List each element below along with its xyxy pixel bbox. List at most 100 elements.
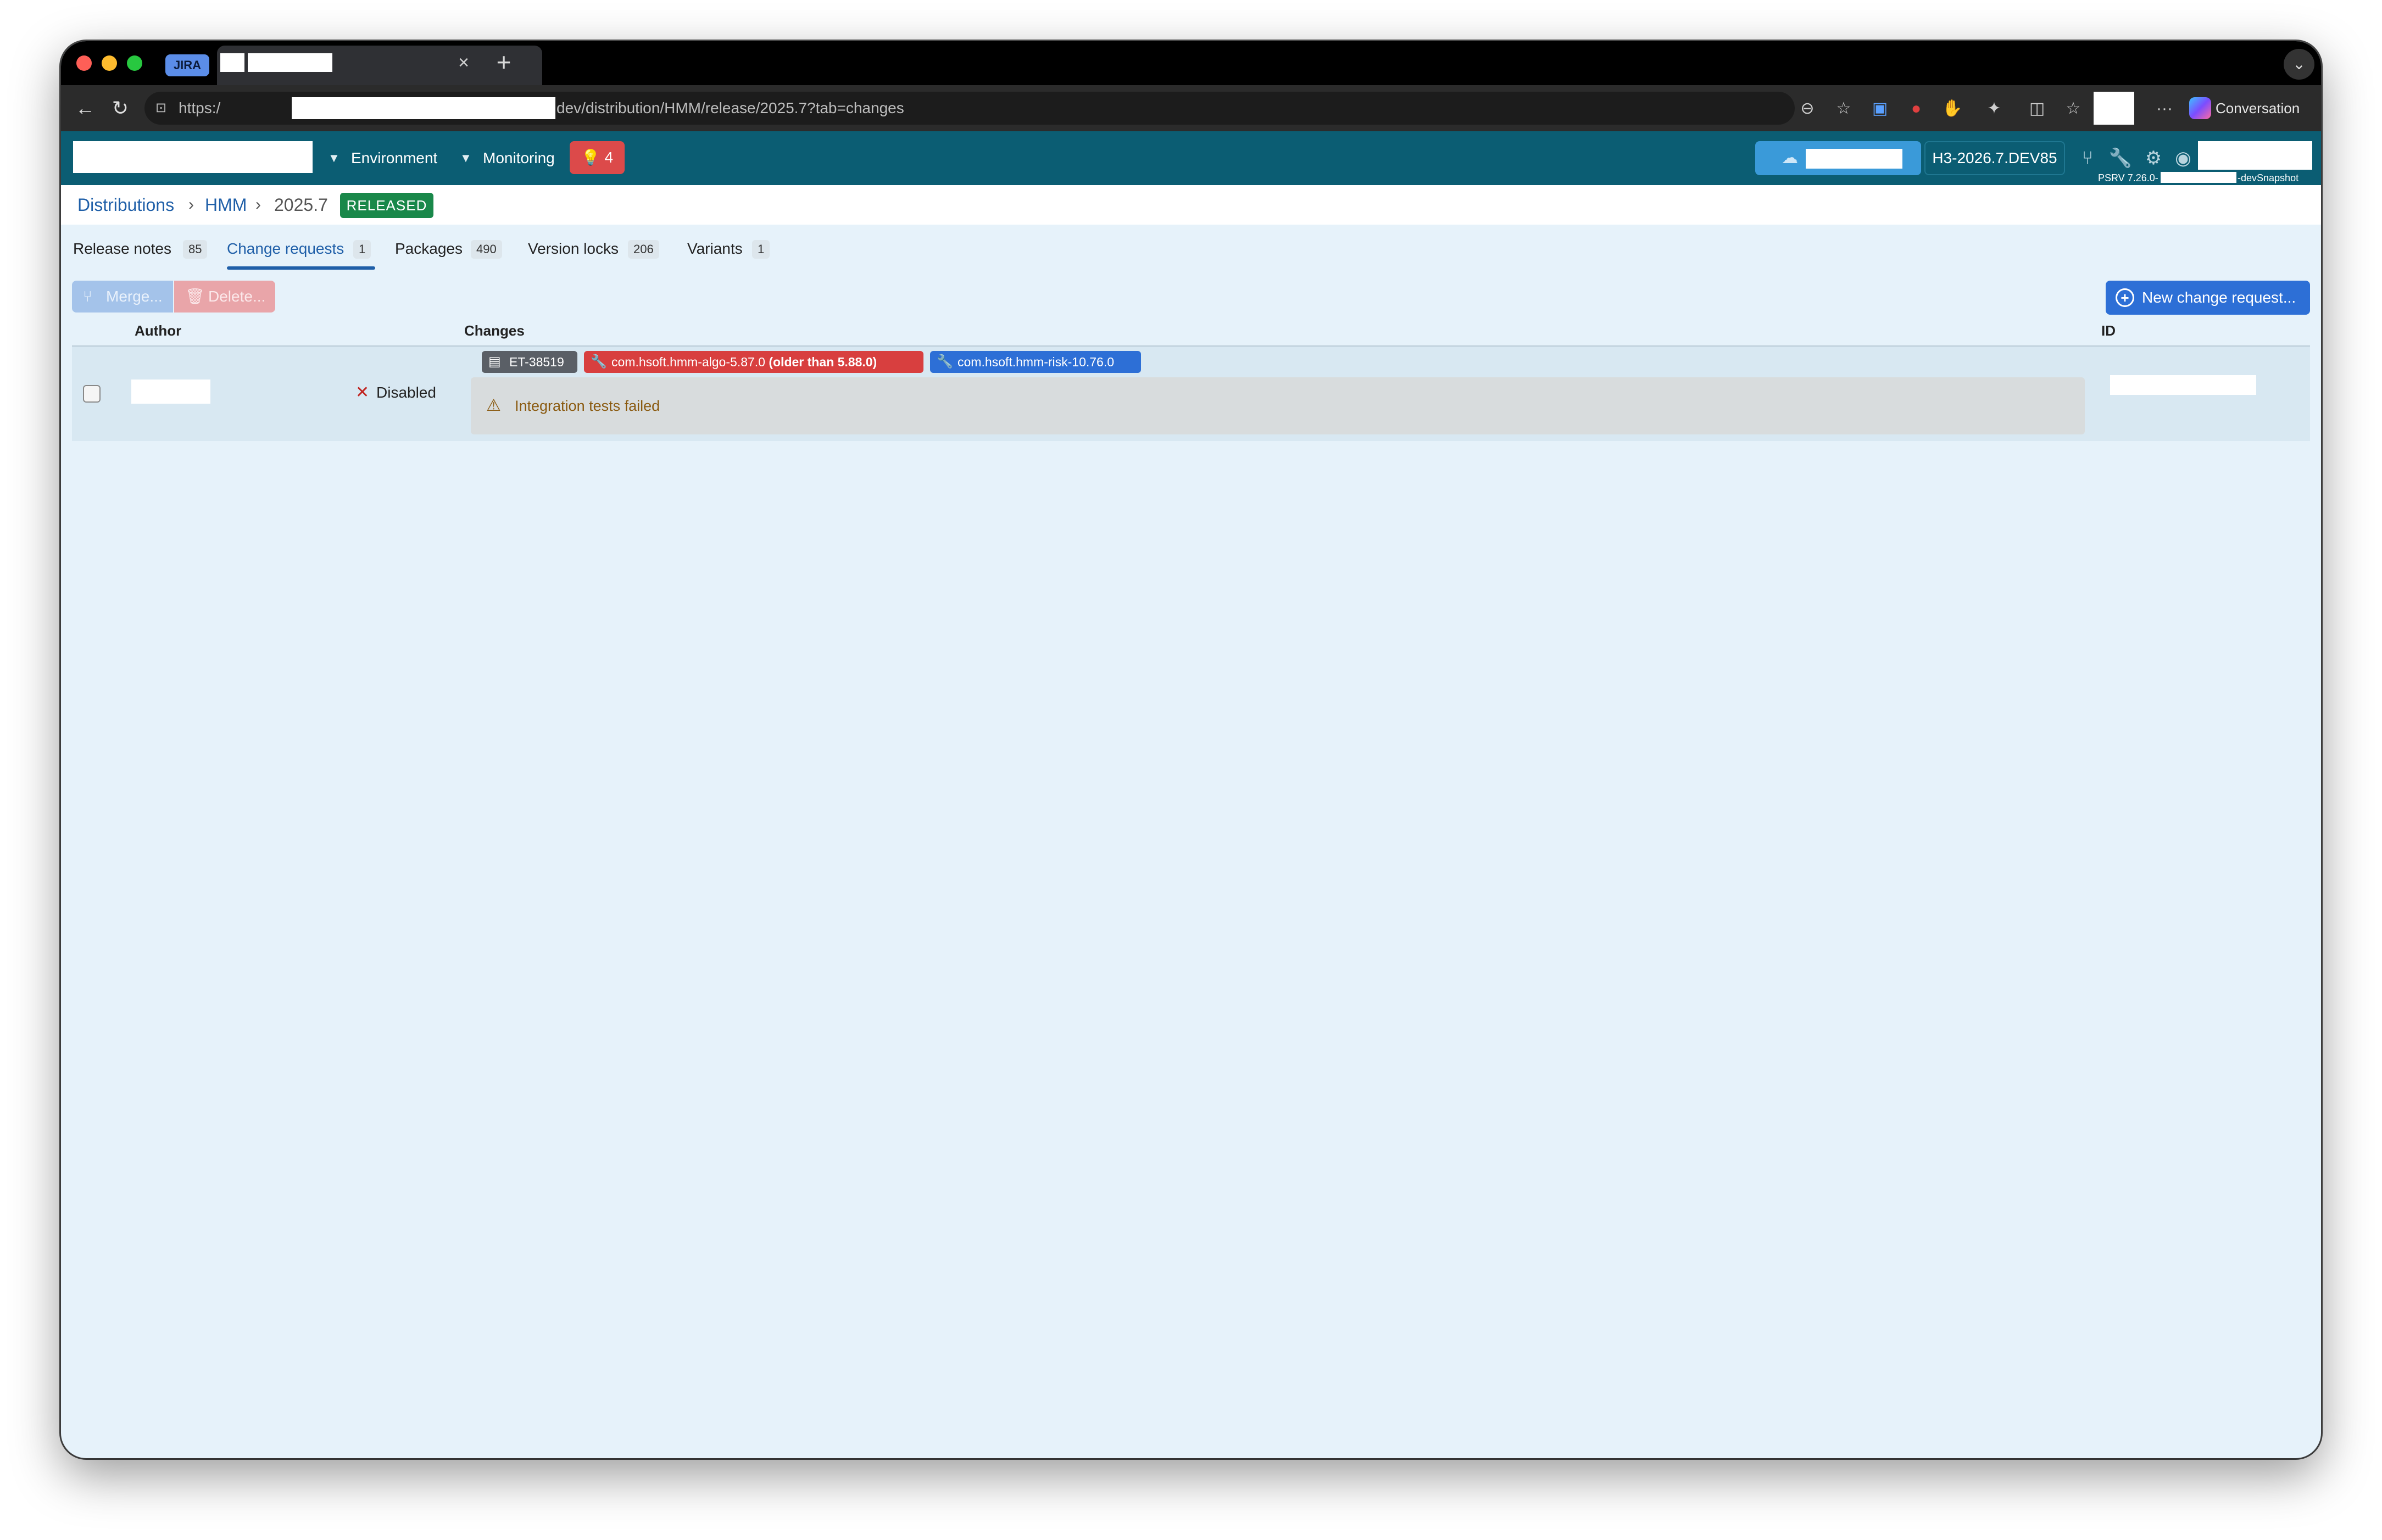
package-algo-label: com.hsoft.hmm-algo-5.87.0	[611, 355, 765, 369]
ticket-chip[interactable]: ▤ ET-38519	[482, 351, 577, 373]
trash-icon: 🗑	[185, 288, 205, 305]
environment-name-redacted	[1806, 149, 1902, 169]
tab-version-locks[interactable]: Version locks 206	[528, 225, 676, 285]
environment-selector-button[interactable]: ☁	[1755, 141, 1921, 175]
gear-icon[interactable]: ⚙	[2140, 144, 2167, 172]
merge-icon: ⑂	[83, 288, 92, 305]
tab-change-requests[interactable]: Change requests 1	[227, 225, 375, 285]
reader-icon[interactable]: ⊖	[1795, 96, 1820, 121]
conversation-button[interactable]: Conversation	[2216, 85, 2300, 131]
copilot-logo-icon[interactable]	[2189, 97, 2211, 119]
breadcrumb-release: 2025.7	[274, 195, 328, 215]
version-label: H3-2026.7.DEV85	[1924, 141, 2065, 175]
package-algo-note: (older than 5.88.0)	[769, 355, 877, 369]
column-header-id[interactable]: ID	[2101, 316, 2116, 345]
psrv-version-suffix: -devSnapshot	[2238, 172, 2299, 183]
site-info-icon[interactable]: ⊡	[155, 99, 172, 117]
warning-box: ⚠ Integration tests failed	[471, 377, 2085, 434]
tab-label: Change requests	[227, 240, 344, 257]
breadcrumb-hmm[interactable]: HMM	[205, 185, 247, 225]
tab-title-redacted	[248, 53, 332, 72]
breadcrumb-distributions[interactable]: Distributions	[77, 185, 174, 225]
environment-menu[interactable]: Environment	[351, 131, 437, 185]
wrench-icon: 🔧	[591, 354, 607, 369]
tab-group-jira[interactable]: JIRA	[165, 54, 209, 76]
branch-icon[interactable]: ⑂	[2074, 144, 2101, 172]
package-chip-risk[interactable]: 🔧 com.hsoft.hmm-risk-10.76.0	[930, 351, 1141, 373]
app-header: ▼ Environment ▼ Monitoring 💡 4 ☁ H3-2026…	[61, 131, 2321, 185]
column-header-author[interactable]: Author	[135, 316, 181, 345]
caret-down-icon: ▼	[328, 151, 340, 165]
url-host-redacted	[292, 97, 555, 119]
tab-count: 1	[752, 240, 770, 259]
close-tab-icon[interactable]: ×	[450, 49, 477, 76]
tab-count: 85	[183, 240, 208, 259]
split-view-icon[interactable]: ◫	[2024, 96, 2050, 121]
tab-count: 1	[353, 240, 371, 259]
active-tab-indicator	[227, 266, 375, 270]
url-prefix: https:/	[179, 99, 221, 116]
username-redacted[interactable]	[2198, 141, 2312, 170]
plus-circle-icon: +	[2116, 288, 2134, 307]
chevron-right-icon: ›	[255, 196, 261, 214]
ticket-icon: ▤	[488, 354, 501, 369]
alert-count: 4	[604, 149, 614, 166]
more-menu-icon[interactable]: ···	[2152, 96, 2177, 121]
package-risk-label: com.hsoft.hmm-risk-10.76.0	[958, 355, 1115, 369]
package-chip-algo[interactable]: 🔧 com.hsoft.hmm-algo-5.87.0 (older than …	[584, 351, 923, 373]
tab-label: Packages	[395, 240, 463, 257]
row-status: Disabled	[376, 384, 436, 401]
author-redacted	[131, 380, 210, 404]
tab-packages[interactable]: Packages 490	[395, 225, 513, 285]
monitoring-menu[interactable]: Monitoring	[483, 131, 555, 185]
extension-hand-icon[interactable]: ✋	[1940, 96, 1965, 121]
tab-release-notes[interactable]: Release notes 85	[73, 225, 217, 285]
chevron-right-icon: ›	[188, 196, 194, 214]
row-id-redacted[interactable]	[2110, 375, 2256, 395]
user-icon[interactable]: ◉	[2169, 144, 2197, 172]
back-arrow-icon[interactable]: ←	[71, 94, 99, 122]
reload-icon[interactable]: ↻	[106, 94, 135, 122]
new-tab-icon[interactable]: +	[487, 47, 520, 80]
browser-title-bar: JIRA × + ⌄	[61, 41, 2321, 85]
caret-down-icon: ▼	[460, 151, 472, 165]
address-bar[interactable]: ⊡ https:/ dev/distribution/HMM/release/2…	[144, 92, 1795, 125]
delete-label: Delete...	[208, 288, 266, 305]
extensions-puzzle-icon[interactable]: ✦	[1982, 96, 2007, 121]
ticket-label: ET-38519	[509, 355, 564, 369]
ublock-icon[interactable]: ●	[1904, 96, 1929, 121]
browser-window: JIRA × + ⌄ ← ↻ ⊡ https:/ dev/distributio…	[61, 41, 2321, 1458]
x-icon: ✕	[355, 383, 370, 401]
row-checkbox[interactable]	[83, 385, 101, 403]
extension-icon[interactable]: ▣	[1867, 96, 1893, 121]
merge-label: Merge...	[106, 288, 163, 305]
warning-message: Integration tests failed	[515, 398, 660, 414]
psrv-version-prefix: PSRV 7.26.0-	[2098, 172, 2158, 183]
wrench-icon: 🔧	[937, 354, 953, 369]
delete-button[interactable]: 🗑 Delete...	[174, 281, 275, 313]
tab-list-chevron-icon[interactable]: ⌄	[2284, 49, 2314, 80]
alert-badge[interactable]: 💡 4	[570, 141, 625, 174]
merge-button[interactable]: ⑂ Merge...	[72, 281, 173, 313]
table-row[interactable]: ✕ Disabled ▤ ET-38519 🔧 com.hsoft.hmm-al…	[72, 347, 2310, 441]
profile-redacted[interactable]	[2094, 92, 2134, 125]
close-window-button[interactable]	[76, 55, 92, 71]
minimize-window-button[interactable]	[102, 55, 117, 71]
cloud-icon: ☁	[1782, 149, 1798, 167]
app-logo-redacted[interactable]	[73, 141, 313, 173]
maximize-window-button[interactable]	[127, 55, 142, 71]
column-header-changes[interactable]: Changes	[464, 316, 525, 345]
favorite-star-icon[interactable]: ☆	[1831, 96, 1856, 121]
collections-icon[interactable]: ☆	[2061, 96, 2086, 121]
tab-count: 490	[471, 240, 502, 259]
warning-triangle-icon: ⚠	[486, 397, 501, 415]
tab-label: Version locks	[528, 240, 619, 257]
tab-variants[interactable]: Variants 1	[687, 225, 775, 285]
tab-label: Variants	[687, 240, 743, 257]
alert-bulb-icon: 💡	[581, 149, 605, 166]
new-change-request-button[interactable]: + New change request...	[2106, 281, 2310, 315]
wrench-icon[interactable]: 🔧	[2107, 144, 2134, 172]
url-path: dev/distribution/HMM/release/2025.7?tab=…	[556, 99, 904, 116]
status-badge: RELEASED	[340, 193, 433, 218]
tab-count: 206	[628, 240, 659, 259]
